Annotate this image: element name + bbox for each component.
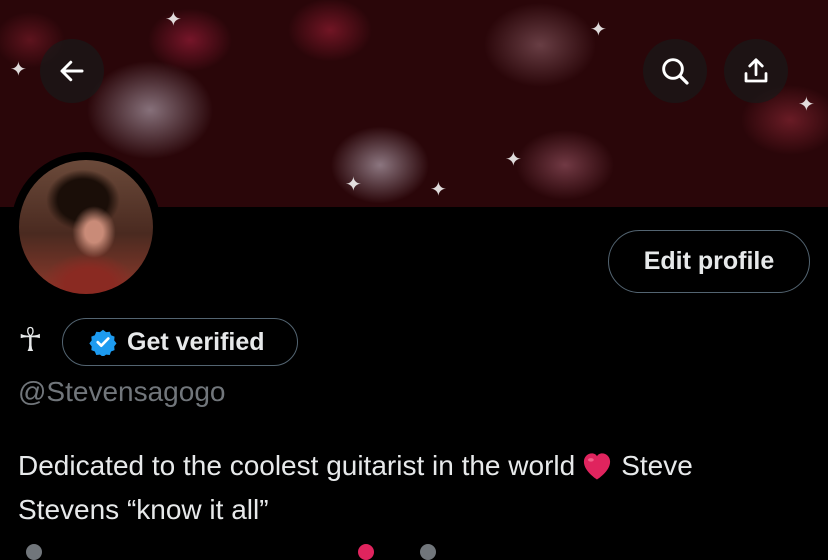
sparkle-decoration: ✦ [430, 179, 447, 201]
sparkle-decoration: ✦ [590, 19, 607, 41]
sparkle-decoration: ✦ [345, 174, 362, 196]
get-verified-label: Get verified [127, 327, 265, 356]
back-button[interactable] [40, 39, 104, 103]
sparkle-decoration: ✦ [10, 59, 27, 81]
bio: Dedicated to the coolest guitarist in th… [18, 444, 818, 494]
sparkle-decoration: ✦ [505, 149, 522, 171]
pin-icon [358, 544, 374, 560]
avatar[interactable] [11, 152, 161, 302]
search-button[interactable] [643, 39, 707, 103]
location-icon [26, 544, 42, 560]
bio-text-continued: Steve [621, 450, 693, 481]
bio-line-2: Stevens “know it all” [18, 494, 269, 525]
bio-text: Dedicated to the coolest guitarist in th… [18, 450, 576, 481]
sparkle-decoration: ✦ [165, 9, 182, 31]
avatar-image [19, 160, 153, 294]
user-handle: @Stevensagogo [18, 376, 226, 407]
get-verified-button[interactable]: Get verified [62, 318, 298, 366]
share-icon [744, 58, 768, 83]
calendar-icon [420, 544, 436, 560]
share-button[interactable] [724, 39, 788, 103]
verified-badge-icon [89, 329, 117, 356]
heart-emoji-icon [579, 449, 615, 494]
edit-profile-label: Edit profile [643, 247, 775, 275]
search-icon [662, 58, 689, 85]
profile-meta-row [0, 540, 828, 560]
sparkle-decoration: ✦ [798, 94, 815, 116]
arrow-left-icon [60, 60, 84, 82]
display-name: ☥ [18, 320, 43, 359]
edit-profile-button[interactable]: Edit profile [608, 230, 810, 293]
